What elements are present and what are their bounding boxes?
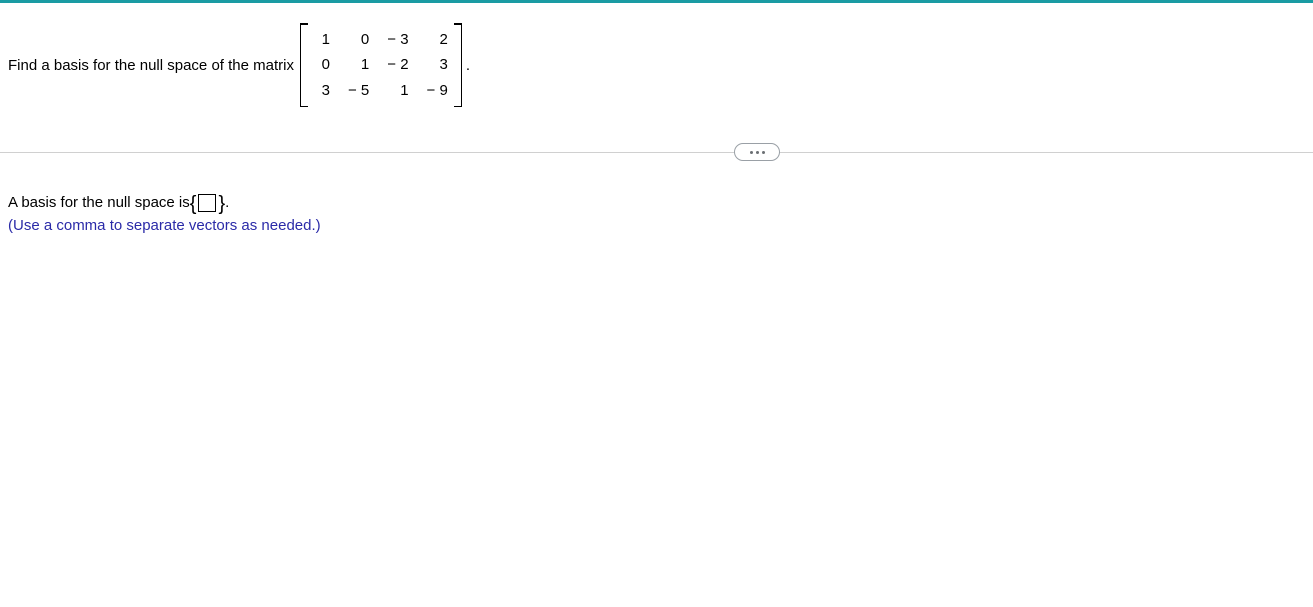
matrix-right-bracket: [454, 23, 462, 107]
answer-area: A basis for the null space is { } . (Use…: [0, 163, 1313, 238]
ellipsis-icon: [750, 151, 765, 154]
question-prompt: Find a basis for the null space of the m…: [8, 57, 294, 74]
answer-hint: (Use a comma to separate vectors as need…: [8, 214, 1313, 237]
right-brace: }: [218, 194, 225, 214]
matrix-cell: 1: [348, 57, 369, 72]
matrix-cell: 1: [314, 32, 330, 47]
question-area: Find a basis for the null space of the m…: [0, 3, 1313, 107]
answer-trailing-period: .: [225, 191, 229, 214]
more-options-button[interactable]: [734, 143, 780, 161]
matrix-cell: 0: [314, 57, 330, 72]
matrix-cell: 0: [348, 32, 369, 47]
matrix-grid: 1 0 − 3 2 0 1 − 2 3 3 − 5 1 − 9: [308, 23, 454, 107]
matrix-cell: 2: [427, 32, 448, 47]
matrix-cell: 1: [387, 83, 408, 98]
answer-lead-text: A basis for the null space is: [8, 191, 190, 214]
matrix-cell: 3: [314, 83, 330, 98]
question-period: .: [466, 57, 470, 74]
section-divider: [0, 143, 1313, 163]
matrix-cell: − 5: [348, 83, 369, 98]
matrix-left-bracket: [300, 23, 308, 107]
matrix-cell: − 3: [387, 32, 408, 47]
matrix-cell: − 9: [427, 83, 448, 98]
question-row: Find a basis for the null space of the m…: [8, 23, 1313, 107]
answer-line: A basis for the null space is { } .: [8, 191, 1313, 214]
answer-input[interactable]: [198, 194, 216, 212]
matrix: 1 0 − 3 2 0 1 − 2 3 3 − 5 1 − 9: [300, 23, 462, 107]
left-brace: {: [190, 194, 197, 214]
divider-line: [0, 152, 1313, 153]
matrix-cell: 3: [427, 57, 448, 72]
matrix-cell: − 2: [387, 57, 408, 72]
